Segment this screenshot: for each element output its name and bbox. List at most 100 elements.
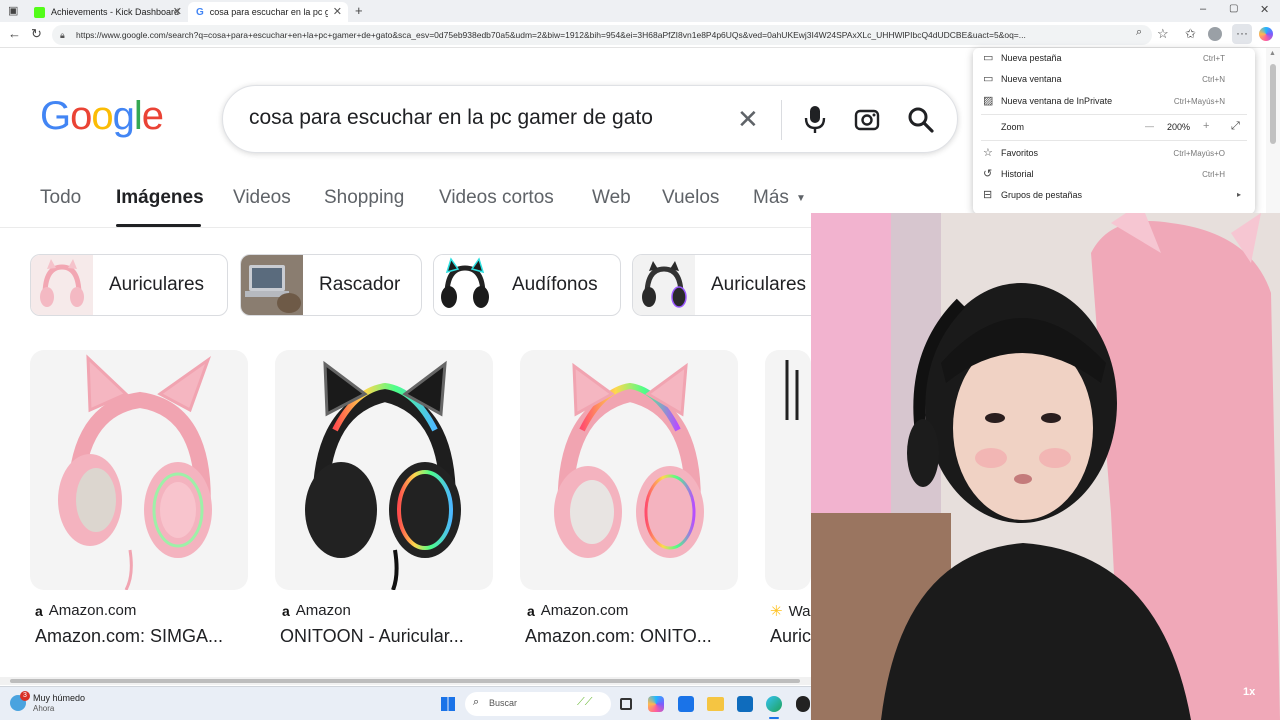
profile-avatar-icon[interactable] bbox=[1208, 27, 1222, 41]
chip-auriculares[interactable]: Auriculares bbox=[30, 254, 228, 316]
amazon-icon: a bbox=[35, 602, 43, 619]
chip-thumbnail bbox=[434, 255, 496, 315]
file-explorer-icon[interactable] bbox=[707, 697, 724, 711]
tab-actions-icon[interactable]: ▣ bbox=[8, 4, 18, 17]
microphone-icon[interactable] bbox=[803, 104, 827, 136]
menu-item-zoom: Zoom — 200% + ⤢ bbox=[1001, 120, 1240, 133]
result-source-1[interactable]: a Amazon.com bbox=[35, 602, 136, 619]
kick-favicon-icon bbox=[34, 6, 45, 18]
tab-groups-icon: ⊟ bbox=[983, 189, 993, 201]
chevron-down-icon: ▼ bbox=[796, 193, 806, 204]
horizontal-scrollbar[interactable] bbox=[0, 677, 811, 685]
clear-icon[interactable]: ✕ bbox=[737, 104, 759, 135]
webcam-overlay: 1x bbox=[811, 213, 1280, 720]
menu-item-tab-groups[interactable]: ⊟ Grupos de pestañas ▸ bbox=[973, 185, 1255, 206]
result-image-2[interactable] bbox=[275, 350, 493, 590]
chip-auriculares-2[interactable]: Auriculares bbox=[632, 254, 832, 316]
favorites-bar-icon[interactable]: ✩ bbox=[1185, 26, 1196, 42]
menu-item-new-window[interactable]: ▭ Nueva ventana Ctrl+N bbox=[973, 69, 1255, 90]
result-title-2[interactable]: ONITOON - Auricular... bbox=[280, 626, 464, 647]
copilot-icon[interactable] bbox=[1259, 27, 1273, 41]
walmart-icon: ✳ bbox=[770, 603, 783, 620]
cable-image bbox=[785, 360, 799, 420]
chip-label: Auriculares bbox=[711, 274, 807, 295]
result-image-4[interactable] bbox=[765, 350, 811, 590]
new-tab-icon: ▭ bbox=[983, 52, 994, 64]
store-icon[interactable] bbox=[678, 696, 694, 712]
obs-icon[interactable] bbox=[796, 696, 810, 712]
outlook-icon[interactable] bbox=[737, 696, 753, 712]
chip-label: Rascador bbox=[319, 274, 401, 295]
result-source-3[interactable]: a Amazon.com bbox=[527, 602, 628, 619]
result-title-3[interactable]: Amazon.com: ONITO... bbox=[525, 626, 712, 647]
tab-imagenes[interactable]: Imágenes bbox=[116, 187, 204, 209]
result-source-2[interactable]: a Amazon bbox=[282, 602, 351, 619]
tab-kick-dashboard[interactable]: Achievements - Kick Dashboard ✕ bbox=[26, 2, 188, 22]
zoom-indicator-icon[interactable]: ⌕ bbox=[1136, 26, 1142, 39]
scroll-up-icon[interactable]: ▲ bbox=[1269, 50, 1276, 57]
windows-start-icon[interactable] bbox=[441, 697, 455, 711]
weather-subtitle: Ahora bbox=[33, 704, 55, 713]
favorite-star-icon[interactable]: ☆ bbox=[1157, 26, 1169, 42]
chip-thumbnail bbox=[633, 255, 695, 315]
menu-item-new-tab[interactable]: ▭ Nueva pestaña Ctrl+T bbox=[973, 48, 1255, 69]
search-input[interactable]: cosa para escuchar en la pc gamer de gat… bbox=[249, 106, 653, 130]
google-favicon-icon: G bbox=[196, 6, 204, 18]
inprivate-icon: ▨ bbox=[983, 95, 994, 107]
edge-icon[interactable] bbox=[766, 696, 782, 712]
active-app-indicator bbox=[769, 717, 779, 719]
scroll-thumb[interactable] bbox=[10, 679, 800, 683]
search-box[interactable]: cosa para escuchar en la pc gamer de gat… bbox=[222, 85, 958, 153]
browser-toolbar: ← ↻ 🔒︎ https://www.google.com/search?q=c… bbox=[0, 22, 1280, 48]
lens-camera-icon[interactable] bbox=[853, 106, 881, 134]
reload-icon[interactable]: ↻ bbox=[31, 26, 42, 42]
result-title-4[interactable]: Auric bbox=[770, 626, 811, 647]
weather-title: Muy húmedo bbox=[33, 693, 86, 703]
page-scrollbar[interactable]: ▲ bbox=[1266, 48, 1280, 213]
result-source-4[interactable]: ✳ Wa bbox=[770, 602, 811, 621]
copilot-taskbar-icon[interactable] bbox=[648, 696, 664, 712]
google-logo[interactable]: Google bbox=[40, 94, 164, 139]
task-view-icon[interactable] bbox=[620, 698, 632, 710]
tab-todo[interactable]: Todo bbox=[40, 187, 81, 209]
result-image-3[interactable] bbox=[520, 350, 738, 590]
amazon-icon: a bbox=[282, 602, 290, 619]
url-text: https://www.google.com/search?q=cosa+par… bbox=[76, 30, 1026, 40]
tab-vuelos[interactable]: Vuelos bbox=[662, 187, 719, 209]
address-bar[interactable]: 🔒︎ https://www.google.com/search?q=cosa+… bbox=[52, 25, 1152, 45]
minimize-icon[interactable]: – bbox=[1200, 3, 1206, 15]
close-window-icon[interactable]: ✕ bbox=[1260, 3, 1269, 16]
tab-web[interactable]: Web bbox=[592, 187, 631, 209]
windows-taskbar: 3 Muy húmedo Ahora ⌕ Buscar ⟋⟋ bbox=[0, 686, 811, 720]
source-label: Wa bbox=[788, 602, 811, 620]
close-tab-icon[interactable]: ✕ bbox=[173, 5, 182, 18]
maximize-icon[interactable]: ▢ bbox=[1229, 3, 1238, 14]
back-icon[interactable]: ← bbox=[8, 26, 21, 41]
taskbar-search[interactable]: ⌕ Buscar ⟋⟋ bbox=[465, 692, 611, 716]
tab-videos[interactable]: Videos bbox=[233, 187, 291, 209]
new-tab-icon[interactable]: + bbox=[355, 3, 363, 18]
menu-item-history[interactable]: ↺ Historial Ctrl+H bbox=[973, 164, 1255, 185]
tab-videos-cortos[interactable]: Videos cortos bbox=[439, 187, 554, 209]
menu-item-inprivate[interactable]: ▨ Nueva ventana de InPrivate Ctrl+Mayús+… bbox=[973, 91, 1255, 112]
search-icon: ⌕ bbox=[473, 696, 480, 708]
search-icon[interactable] bbox=[907, 106, 935, 134]
settings-more-icon[interactable]: ··· bbox=[1232, 24, 1252, 44]
result-image-1[interactable] bbox=[30, 350, 248, 590]
weather-widget[interactable]: 3 Muy húmedo Ahora bbox=[10, 691, 130, 717]
result-title-1[interactable]: Amazon.com: SIMGA... bbox=[35, 626, 223, 647]
menu-item-favorites[interactable]: ☆ Favoritos Ctrl+Mayús+O bbox=[973, 143, 1255, 164]
fullscreen-icon[interactable]: ⤢ bbox=[1231, 120, 1240, 133]
zoom-in-button[interactable]: + bbox=[1203, 120, 1209, 132]
tab-shopping[interactable]: Shopping bbox=[324, 187, 404, 209]
divider bbox=[781, 100, 782, 140]
chip-audifonos[interactable]: Audífonos bbox=[433, 254, 621, 316]
chip-rascador[interactable]: Rascador bbox=[240, 254, 422, 316]
speed-label: 1x bbox=[1243, 686, 1256, 698]
close-tab-icon[interactable]: ✕ bbox=[333, 5, 342, 18]
scroll-thumb[interactable] bbox=[1270, 64, 1276, 144]
chevron-right-icon: ▸ bbox=[1236, 190, 1241, 199]
zoom-out-button[interactable]: — bbox=[1145, 121, 1154, 131]
tab-google-search[interactable]: G cosa para escuchar en la pc gamer de g… bbox=[188, 2, 348, 22]
tab-mas[interactable]: Más bbox=[753, 187, 789, 209]
